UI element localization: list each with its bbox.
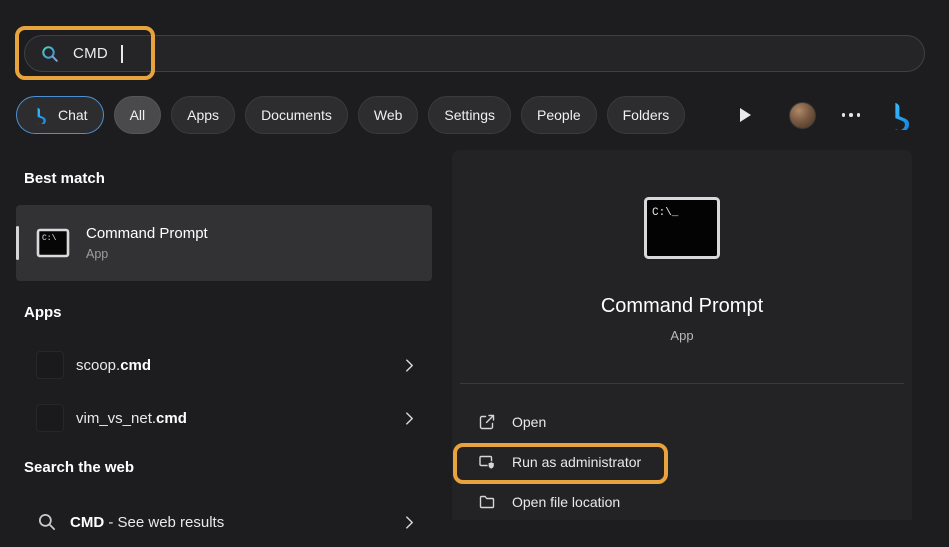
open-icon [478,413,496,431]
tab-chat[interactable]: Chat [16,96,104,134]
action-label: Open [512,414,547,430]
open-button[interactable]: Open [452,402,912,442]
search-query-text: CMD [73,45,109,62]
bing-chat-icon [32,106,50,124]
svg-text:C:\: C:\ [42,234,57,243]
command-prompt-icon: C:\ [36,228,70,258]
more-options-icon[interactable] [838,109,865,121]
preview-subtitle: App [670,328,694,343]
action-list: Open Run as administrator Open file loca… [452,402,912,522]
tab-label: People [537,107,581,123]
cmd-file-icon [36,351,64,379]
tab-label: Folders [622,107,670,123]
run-as-administrator-button[interactable]: Run as administrator [452,442,912,482]
app-result-vim-vs-net-cmd[interactable]: vim_vs_net.cmd [16,393,432,443]
app-result-scoop-cmd[interactable]: scoop.cmd [16,340,432,390]
tab-label: Settings [444,107,496,123]
search-the-web-heading: Search the web [24,459,135,476]
best-match-result-command-prompt[interactable]: C:\ Command Prompt App [16,205,432,281]
chevron-right-icon[interactable] [401,354,418,377]
result-title: scoop.cmd [76,356,152,374]
open-file-location-button[interactable]: Open file location [452,482,912,522]
tab-settings[interactable]: Settings [428,96,512,134]
search-input[interactable]: CMD [24,35,925,72]
tab-label: Apps [187,107,220,123]
action-label: Run as administrator [512,454,642,470]
result-subtitle: App [86,247,109,261]
tab-label: Web [373,107,403,123]
tab-label: All [129,107,146,123]
play-icon[interactable] [739,108,751,122]
search-icon [36,511,58,533]
admin-shield-icon [478,453,496,471]
divider [460,383,904,384]
tab-label: Chat [58,107,88,123]
tab-label: Documents [261,107,332,123]
user-avatar[interactable] [788,101,816,129]
cmd-file-icon [36,404,64,432]
tab-all[interactable]: All [113,96,162,134]
chevron-right-icon[interactable] [401,511,418,534]
tab-people[interactable]: People [521,96,597,134]
tab-documents[interactable]: Documents [245,96,348,134]
preview-pane: C:\_ Command Prompt App Open Run as admi… [452,150,912,520]
result-title: vim_vs_net.cmd [76,409,187,427]
action-label: Open file location [512,494,621,510]
apps-heading: Apps [24,304,62,321]
bing-logo-icon[interactable] [886,100,916,130]
command-prompt-icon-large: C:\_ [643,196,721,260]
folder-icon [478,493,496,511]
svg-text:C:\_: C:\_ [652,207,679,219]
best-match-heading: Best match [24,170,105,187]
web-result-cmd[interactable]: CMD - See web results [16,497,432,547]
results-list: Best match C:\ Command Prompt App Apps s… [16,150,432,547]
text-caret [121,44,123,63]
tab-folders[interactable]: Folders [606,96,686,134]
result-title: Command Prompt [86,225,208,242]
tabs-right-cluster [739,100,917,130]
preview-title: Command Prompt [600,295,764,317]
chevron-right-icon[interactable] [401,407,418,430]
tab-web[interactable]: Web [357,96,419,134]
filter-tabs: Chat All Apps Documents Web Settings Peo… [16,96,916,134]
tab-apps[interactable]: Apps [171,96,236,134]
result-title: CMD - See web results [70,513,225,531]
search-icon [40,44,60,64]
